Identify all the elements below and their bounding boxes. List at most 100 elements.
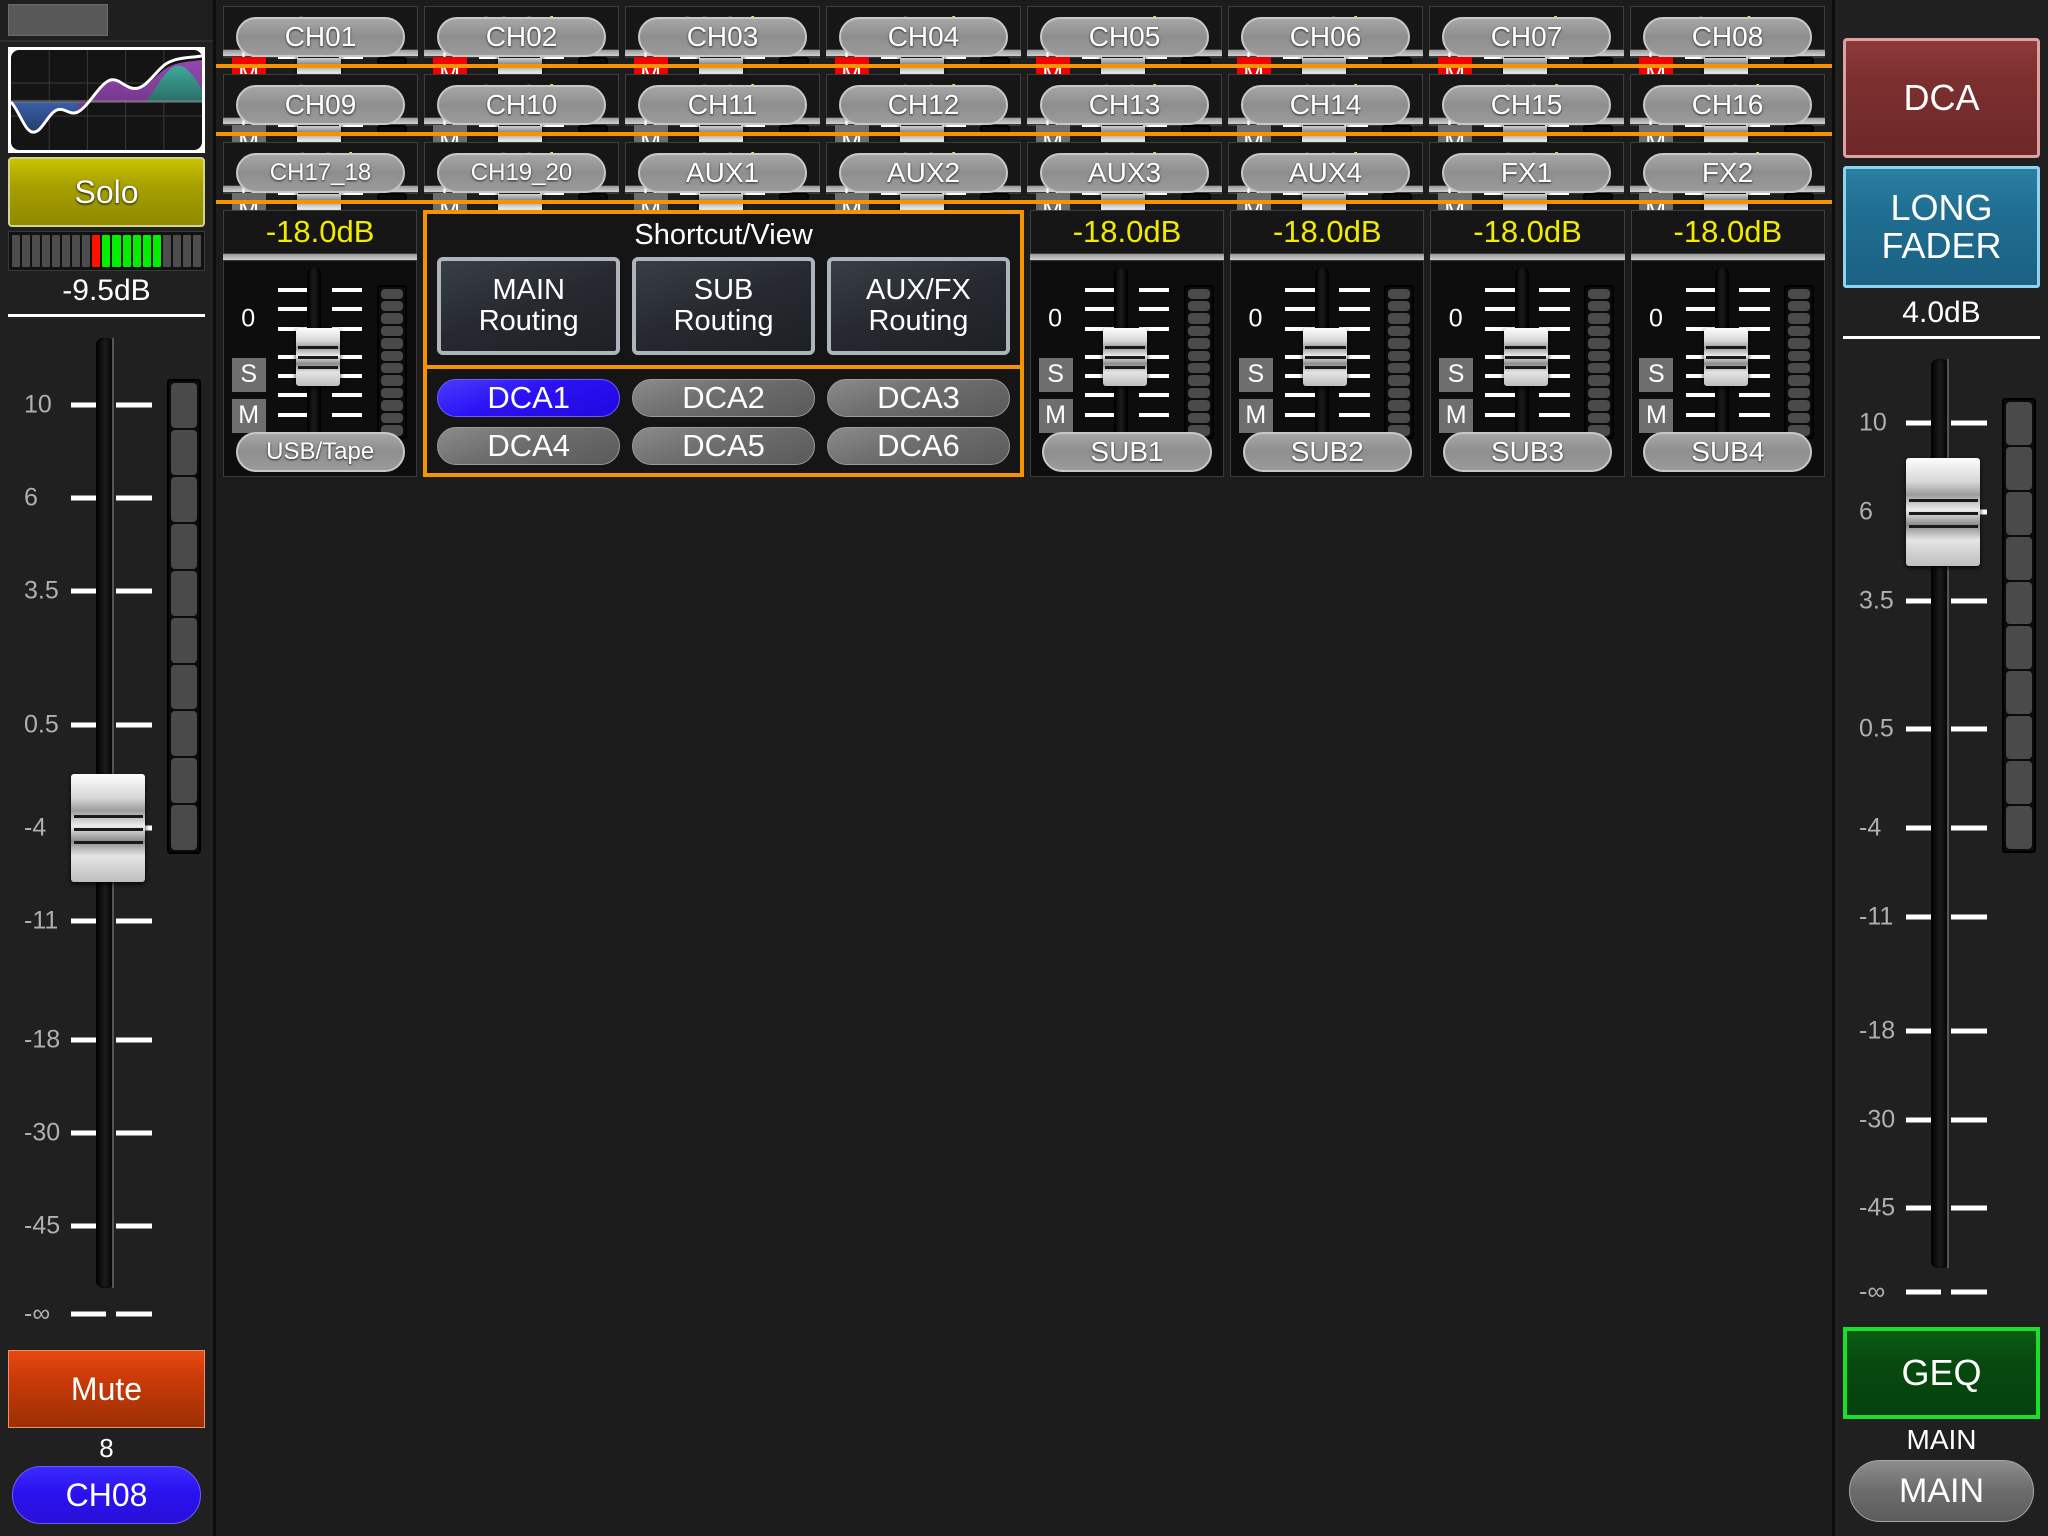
meter-segment	[380, 400, 403, 411]
strip-fader-area[interactable]: 0SMCH13	[1027, 85, 1222, 159]
strip-name-button[interactable]: CH09	[235, 85, 406, 125]
strip-value-display[interactable]: -18.0dB	[1230, 210, 1425, 254]
dca-button-dca6[interactable]: DCA6	[827, 427, 1010, 465]
strip-name-button[interactable]: FX2	[1642, 153, 1813, 193]
strip-fader-area[interactable]: 0SMCH08	[1630, 17, 1825, 91]
solo-button[interactable]: Solo	[8, 157, 205, 227]
strip-name-button[interactable]: USB/Tape	[235, 431, 405, 472]
strip-name-button[interactable]: CH14	[1240, 85, 1411, 125]
strip-fader-area[interactable]: 0SMCH02	[424, 17, 619, 91]
strip-solo-button[interactable]: S	[1238, 357, 1273, 392]
strip-name-button[interactable]: CH03	[637, 17, 808, 57]
strip-solo-button[interactable]: S	[1038, 357, 1073, 392]
strip-mute-button[interactable]: M	[1238, 398, 1273, 433]
strip-mute-button[interactable]: M	[1038, 398, 1073, 433]
strip-fader-area[interactable]: 0SMCH01	[223, 17, 418, 91]
strip-name-button[interactable]: AUX2	[838, 153, 1009, 193]
fader-knob[interactable]	[296, 328, 341, 387]
strip-fader-area[interactable]: 0SMCH06	[1228, 17, 1423, 91]
strip-mute-button[interactable]: M	[1439, 398, 1474, 433]
strip-name-button[interactable]: CH05	[1039, 17, 1210, 57]
strip-fader-area[interactable]: 0 S M SUB1	[1029, 260, 1225, 477]
strip-name-button[interactable]: CH01	[235, 17, 406, 57]
strip-name-button[interactable]: AUX4	[1240, 153, 1411, 193]
strip-name-button[interactable]: SUB4	[1643, 431, 1813, 472]
strip-fader-area[interactable]: 0SMCH05	[1027, 17, 1222, 91]
strip-name-button[interactable]: CH12	[838, 85, 1009, 125]
strip-mute-button[interactable]: M	[231, 398, 266, 433]
long-fader-knob[interactable]	[1906, 457, 1981, 566]
strip-name-button[interactable]: CH06	[1240, 17, 1411, 57]
fader-knob[interactable]	[1303, 328, 1348, 387]
strip-fader-area[interactable]: 0SMAUX3	[1027, 153, 1222, 227]
strip-solo-button[interactable]: S	[231, 357, 266, 392]
strip-fader-area[interactable]: 0SMFX1	[1429, 153, 1624, 227]
strip-fader-area[interactable]: 0 S M USB/Tape	[223, 260, 418, 477]
routing-button-main[interactable]: MAIN Routing	[437, 257, 621, 355]
strip-fader-area[interactable]: 0SMCH11	[625, 85, 820, 159]
strip-mute-button[interactable]: M	[1639, 398, 1674, 433]
strip-fader-area[interactable]: 0SMAUX2	[826, 153, 1021, 227]
strip-fader-area[interactable]: 0SMAUX4	[1228, 153, 1423, 227]
dca-mode-button[interactable]: DCA	[1843, 38, 2040, 158]
strip-solo-button[interactable]: S	[1439, 357, 1474, 392]
strip-name-button[interactable]: CH02	[436, 17, 607, 57]
strip-fader-area[interactable]: 0SMFX2	[1630, 153, 1825, 227]
strip-fader-area[interactable]: 0 S M SUB2	[1230, 260, 1425, 477]
strip-fader-area[interactable]: 0SMCH19_20	[424, 153, 619, 227]
strip-name-button[interactable]: AUX1	[637, 153, 808, 193]
strip-fader-area[interactable]: 0SMCH03	[625, 17, 820, 91]
eq-curve-thumbnail[interactable]	[8, 47, 205, 153]
strip-name-button[interactable]: CH16	[1642, 85, 1813, 125]
strip-name-button[interactable]: CH17_18	[235, 153, 406, 193]
strip-fader-area[interactable]: 0SMCH10	[424, 85, 619, 159]
routing-button-sub[interactable]: SUB Routing	[632, 257, 815, 355]
strip-name-button[interactable]: AUX3	[1039, 153, 1210, 193]
main-channel-button[interactable]: MAIN	[1849, 1460, 2034, 1522]
strip-fader-area[interactable]: 0SMCH14	[1228, 85, 1423, 159]
routing-button-aux-fx[interactable]: AUX/FX Routing	[827, 257, 1010, 355]
dca-button-dca3[interactable]: DCA3	[827, 379, 1010, 417]
strip-fader-area[interactable]: 0SMCH12	[826, 85, 1021, 159]
strip-value-display[interactable]: -18.0dB	[1029, 210, 1225, 254]
strip-fader-area[interactable]: 0SMCH04	[826, 17, 1021, 91]
geq-button[interactable]: GEQ	[1843, 1327, 2040, 1419]
left-long-fader[interactable]: 10 6 3.5 0.5 -4 -11 -18 -30 -45 -∞	[8, 317, 205, 1350]
strip-name-button[interactable]: CH04	[838, 17, 1009, 57]
strip-name-button[interactable]: SUB2	[1242, 431, 1412, 472]
strip-fader-area[interactable]: 0SMCH16	[1630, 85, 1825, 159]
strip-fader-area[interactable]: 0 S M SUB4	[1630, 260, 1825, 477]
dca-button-dca4[interactable]: DCA4	[437, 427, 621, 465]
right-long-fader[interactable]: 10 6 3.5 0.5 -4 -11 -18 -30 -45 -∞	[1843, 339, 2040, 1327]
strip-name-button[interactable]: SUB1	[1042, 431, 1212, 472]
strip-name-button[interactable]: SUB3	[1442, 431, 1613, 472]
strip-fader-area[interactable]: 0SMCH15	[1429, 85, 1624, 159]
strip-fader-area[interactable]: 0SMCH09	[223, 85, 418, 159]
dca-button-dca1[interactable]: DCA1	[437, 379, 621, 417]
strip-fader-area[interactable]: 0SMAUX1	[625, 153, 820, 227]
dca-button-dca2[interactable]: DCA2	[632, 379, 815, 417]
strip-fader-area[interactable]: 0SMCH17_18	[223, 153, 418, 227]
strip-name-button[interactable]: CH13	[1039, 85, 1210, 125]
fader-knob[interactable]	[1503, 328, 1548, 387]
fader-knob[interactable]	[1103, 328, 1148, 387]
long-fader-mode-button[interactable]: LONG FADER	[1843, 166, 2040, 288]
strip-value-display[interactable]: -18.0dB	[223, 210, 418, 254]
strip-name-button[interactable]: FX1	[1441, 153, 1612, 193]
strip-fader-area[interactable]: 0SMCH07	[1429, 17, 1624, 91]
strip-fader-area[interactable]: 0 S M SUB3	[1430, 260, 1625, 477]
long-fader-knob[interactable]	[71, 774, 146, 883]
dca-button-dca5[interactable]: DCA5	[632, 427, 815, 465]
strip-value-display[interactable]: -18.0dB	[1430, 210, 1625, 254]
strip-name-button[interactable]: CH10	[436, 85, 607, 125]
strip-name-button[interactable]: CH19_20	[436, 153, 607, 193]
strip-solo-button[interactable]: S	[1639, 357, 1674, 392]
fader-knob[interactable]	[1703, 328, 1748, 387]
strip-name-button[interactable]: CH11	[637, 85, 808, 125]
mute-button[interactable]: Mute	[8, 1350, 205, 1428]
left-channel-name-button[interactable]: CH08	[12, 1466, 201, 1524]
strip-name-button[interactable]: CH15	[1441, 85, 1612, 125]
strip-name-button[interactable]: CH07	[1441, 17, 1612, 57]
strip-name-button[interactable]: CH08	[1642, 17, 1813, 57]
strip-value-display[interactable]: -18.0dB	[1630, 210, 1825, 254]
